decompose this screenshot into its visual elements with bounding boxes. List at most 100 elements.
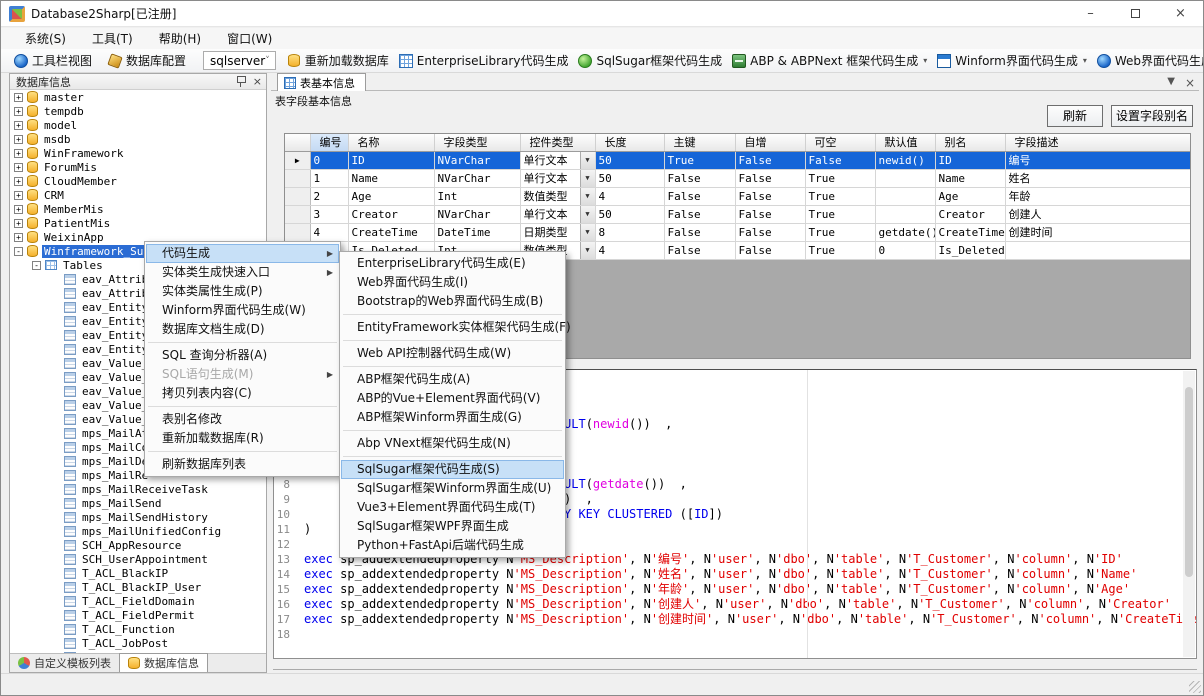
- grid-row[interactable]: 4CreateTimeDateTime日期类型▼8FalseFalseTrueg…: [285, 223, 1190, 241]
- grid-cell[interactable]: [875, 187, 935, 205]
- grid-cell[interactable]: False: [735, 151, 805, 169]
- submenu-item[interactable]: ABP框架Winform界面生成(G): [341, 408, 564, 427]
- toolbar-button[interactable]: 数据库配置: [103, 50, 191, 71]
- combo-dropdown-icon[interactable]: ▼: [580, 188, 595, 205]
- grid-cell[interactable]: False: [664, 241, 735, 259]
- grid-cell[interactable]: 单行文本▼: [520, 169, 595, 187]
- tree-item[interactable]: T_ACL_FieldDomain: [10, 594, 266, 608]
- grid-cell[interactable]: 4: [310, 223, 348, 241]
- tree-item[interactable]: mps_MailUnifiedConfig: [10, 524, 266, 538]
- grid-row-selector[interactable]: ▶: [285, 151, 310, 169]
- dock-tab[interactable]: 自定义模板列表: [10, 654, 119, 672]
- tree-item[interactable]: mps_MailSendHistory: [10, 510, 266, 524]
- grid-cell[interactable]: False: [735, 241, 805, 259]
- context-menu-item[interactable]: SQL 查询分析器(A): [146, 346, 339, 365]
- grid-column-header[interactable]: 控件类型: [520, 134, 595, 151]
- submenu-item[interactable]: EnterpriseLibrary代码生成(E): [341, 254, 564, 273]
- tree-expand-toggle[interactable]: +: [14, 191, 23, 200]
- grid-cell[interactable]: Int: [434, 187, 520, 205]
- grid-cell[interactable]: Age: [348, 187, 434, 205]
- grid-cell[interactable]: 日期类型▼: [520, 223, 595, 241]
- tree-item[interactable]: +msdb: [10, 132, 266, 146]
- tree-expand-toggle[interactable]: +: [14, 163, 23, 172]
- submenu-item[interactable]: Abp VNext框架代码生成(N): [341, 434, 564, 453]
- grid-cell[interactable]: NVarChar: [434, 205, 520, 223]
- editor-scrollbar[interactable]: [1183, 371, 1195, 657]
- combo-dropdown-icon[interactable]: ▼: [580, 224, 595, 241]
- grid-cell[interactable]: CreateTime: [348, 223, 434, 241]
- grid-cell[interactable]: 3: [310, 205, 348, 223]
- combo-dropdown-icon[interactable]: ▼: [580, 152, 595, 169]
- combo-dropdown-icon[interactable]: ▼: [580, 170, 595, 187]
- grid-cell[interactable]: CreateTime: [935, 223, 1005, 241]
- tab-table-basic-info[interactable]: 表基本信息: [277, 73, 366, 91]
- submenu-item[interactable]: SqlSugar框架Winform界面生成(U): [341, 479, 564, 498]
- grid-row[interactable]: 2AgeInt数值类型▼4FalseFalseTrueAge年龄: [285, 187, 1190, 205]
- refresh-button[interactable]: 刷新: [1047, 105, 1103, 127]
- grid-cell[interactable]: Is_Deleted: [935, 241, 1005, 259]
- tree-item[interactable]: +WinFramework: [10, 146, 266, 160]
- context-menu-item[interactable]: 实体类生成快速入口▶: [146, 263, 339, 282]
- grid-cell[interactable]: 50: [595, 151, 664, 169]
- grid-cell[interactable]: DateTime: [434, 223, 520, 241]
- tree-item[interactable]: +PatientMis: [10, 216, 266, 230]
- toolbar-button[interactable]: 工具栏视图: [9, 50, 97, 71]
- tree-item[interactable]: SCH_AppResource: [10, 538, 266, 552]
- grid-cell[interactable]: [875, 205, 935, 223]
- tree-expand-toggle[interactable]: +: [14, 121, 23, 130]
- menubar-item[interactable]: 窗口(W): [215, 28, 284, 49]
- tree-expand-toggle[interactable]: +: [14, 107, 23, 116]
- grid-cell[interactable]: False: [735, 187, 805, 205]
- grid-column-header[interactable]: 名称: [348, 134, 434, 151]
- panel-close-icon[interactable]: ×: [253, 76, 262, 87]
- grid-row-selector[interactable]: [285, 169, 310, 187]
- tree-expand-toggle[interactable]: -: [32, 261, 41, 270]
- grid-cell[interactable]: False: [664, 169, 735, 187]
- tree-item[interactable]: SCH_UserAppointment: [10, 552, 266, 566]
- tree-expand-toggle[interactable]: +: [14, 219, 23, 228]
- grid-cell[interactable]: True: [805, 205, 875, 223]
- grid-cell[interactable]: 0: [310, 151, 348, 169]
- tree-item[interactable]: T_ACL_JobPost: [10, 636, 266, 650]
- maximize-button[interactable]: [1113, 1, 1158, 26]
- toolbar-button[interactable]: Winform界面代码生成▾: [932, 50, 1092, 71]
- tree-expand-toggle[interactable]: +: [14, 93, 23, 102]
- grid-cell[interactable]: False: [805, 151, 875, 169]
- grid-cell[interactable]: False: [664, 205, 735, 223]
- context-menu-item[interactable]: 数据库文档生成(D): [146, 320, 339, 339]
- editor-scrollbar-thumb[interactable]: [1185, 387, 1193, 577]
- grid-cell[interactable]: False: [735, 205, 805, 223]
- submenu-item[interactable]: Bootstrap的Web界面代码生成(B): [341, 292, 564, 311]
- submenu-item[interactable]: Web API控制器代码生成(W): [341, 344, 564, 363]
- context-menu-item[interactable]: 拷贝列表内容(C): [146, 384, 339, 403]
- grid-row[interactable]: ▶0IDNVarChar单行文本▼50TrueFalseFalsenewid()…: [285, 151, 1190, 169]
- tab-close-icon[interactable]: ×: [1185, 76, 1195, 90]
- grid-cell[interactable]: 2: [310, 187, 348, 205]
- grid-cell[interactable]: True: [805, 241, 875, 259]
- grid-cell[interactable]: 单行文本▼: [520, 151, 595, 169]
- grid-cell[interactable]: getdate(): [875, 223, 935, 241]
- grid-cell[interactable]: False: [664, 223, 735, 241]
- grid-row-selector[interactable]: [285, 205, 310, 223]
- tree-item[interactable]: T_ACL_BlackIP: [10, 566, 266, 580]
- resize-grip[interactable]: [1189, 681, 1201, 693]
- tree-expand-toggle[interactable]: +: [14, 177, 23, 186]
- splitter-line[interactable]: [273, 669, 1197, 670]
- context-menu-item[interactable]: 刷新数据库列表: [146, 455, 339, 474]
- submenu-item[interactable]: SqlSugar框架WPF界面生成: [341, 517, 564, 536]
- grid-row[interactable]: 3CreatorNVarChar单行文本▼50FalseFalseTrueCre…: [285, 205, 1190, 223]
- grid-cell[interactable]: 编号: [1005, 151, 1190, 169]
- grid-cell[interactable]: 4: [595, 187, 664, 205]
- tree-expand-toggle[interactable]: +: [14, 149, 23, 158]
- grid-cell[interactable]: 创建时间: [1005, 223, 1190, 241]
- grid-cell[interactable]: Age: [935, 187, 1005, 205]
- tree-item[interactable]: +CRM: [10, 188, 266, 202]
- grid-cell[interactable]: 数值类型▼: [520, 187, 595, 205]
- tree-item[interactable]: +ForumMis: [10, 160, 266, 174]
- grid-column-header[interactable]: 主键: [664, 134, 735, 151]
- grid-cell[interactable]: True: [805, 187, 875, 205]
- context-menu-item[interactable]: 表别名修改: [146, 410, 339, 429]
- submenu-item[interactable]: Web界面代码生成(I): [341, 273, 564, 292]
- grid-column-header[interactable]: 编号: [310, 134, 348, 151]
- grid-cell[interactable]: Creator: [348, 205, 434, 223]
